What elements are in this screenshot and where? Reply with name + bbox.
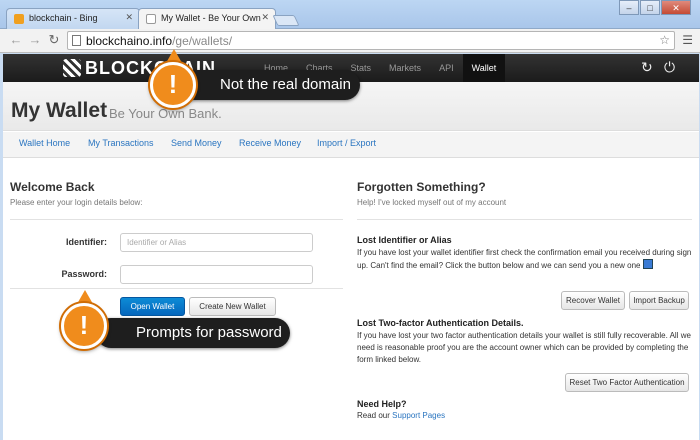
address-bar[interactable]: blockchaino.info/ge/wallets/ ☆ (67, 31, 675, 50)
login-subtitle: Please enter your login details below: (10, 198, 143, 207)
blockchain-logo-icon (63, 59, 81, 77)
bookmark-star-icon[interactable]: ☆ (659, 33, 670, 47)
lost-2fa-title: Lost Two-factor Authentication Details. (357, 318, 524, 328)
divider (10, 288, 343, 289)
callout-pointer (166, 49, 182, 63)
need-help-title: Need Help? (357, 399, 407, 409)
open-wallet-button[interactable]: Open Wallet (120, 297, 185, 316)
reload-icon[interactable]: ↻ (46, 32, 62, 48)
create-wallet-button[interactable]: Create New Wallet (189, 297, 276, 316)
need-help-text: Read our Support Pages (357, 410, 445, 422)
lost-identifier-text: If you have lost your wallet identifier … (357, 247, 692, 272)
wallet-subnav: Wallet Home My Transactions Send Money R… (3, 132, 699, 158)
support-pages-link[interactable]: Support Pages (392, 411, 445, 420)
identifier-label: Identifier: (65, 237, 107, 247)
url-domain: blockchaino.info (86, 34, 173, 48)
login-title: Welcome Back (10, 180, 95, 194)
minimize-button[interactable]: – (619, 0, 639, 15)
url-path: /ge/wallets/ (172, 34, 233, 48)
refresh-icon[interactable]: ↻ (641, 59, 653, 76)
close-icon[interactable]: ✕ (261, 12, 269, 23)
maximize-button[interactable]: □ (640, 0, 660, 15)
window-close-button[interactable]: ✕ (661, 0, 691, 15)
page-tagline: Be Your Own Bank. (109, 106, 222, 121)
page-icon (72, 35, 81, 46)
password-input[interactable] (120, 265, 313, 284)
divider (10, 219, 343, 220)
callout-not-real-domain: Not the real domain (180, 70, 360, 100)
warning-badge-icon: ! (150, 62, 196, 108)
new-tab-button[interactable] (272, 15, 300, 26)
tab-title: blockchain - Bing (29, 13, 98, 23)
lost-2fa-text: If you have lost your two factor authent… (357, 331, 691, 364)
subnav-receive-money[interactable]: Receive Money (239, 138, 301, 148)
web-page: BLOCKCHAIN Home Charts Stats Markets API… (3, 54, 699, 440)
lost-identifier-text-body: If you have lost your wallet identifier … (357, 248, 692, 270)
subnav-my-transactions[interactable]: My Transactions (88, 138, 154, 148)
callout-pointer (77, 290, 93, 304)
forgotten-subtitle: Help! I've locked myself out of my accou… (357, 198, 507, 207)
recover-wallet-button[interactable]: Recover Wallet (561, 291, 625, 310)
warning-badge-icon: ! (61, 303, 107, 349)
forgotten-title: Forgotten Something? (357, 180, 486, 194)
divider (357, 219, 692, 220)
browser-toolbar: ← → ↻ blockchaino.info/ge/wallets/ ☆ ☰ (0, 29, 700, 53)
tab-title: My Wallet - Be Your Own (161, 13, 261, 23)
callout-prompts-password: Prompts for password (96, 318, 290, 348)
forward-arrow-icon[interactable]: → (27, 32, 43, 48)
menu-icon[interactable]: ☰ (682, 33, 693, 47)
tab-bing[interactable]: blockchain - Bing ✕ (6, 8, 140, 29)
nav-markets[interactable]: Markets (380, 54, 430, 82)
identifier-input[interactable]: Identifier or Alias (120, 233, 313, 252)
subnav-wallet-home[interactable]: Wallet Home (19, 138, 70, 148)
tab-wallet[interactable]: My Wallet - Be Your Own ✕ (138, 8, 276, 30)
browser-tab-strip: blockchain - Bing ✕ My Wallet - Be Your … (0, 0, 700, 30)
lost-identifier-title: Lost Identifier or Alias (357, 235, 452, 245)
bing-favicon-icon (14, 14, 24, 24)
close-icon[interactable]: ✕ (125, 12, 133, 23)
subnav-send-money[interactable]: Send Money (171, 138, 222, 148)
page-favicon-icon (146, 14, 156, 24)
nav-wallet[interactable]: Wallet (462, 54, 506, 82)
password-label: Password: (61, 269, 107, 279)
nav-api[interactable]: API (430, 54, 463, 82)
back-arrow-icon[interactable]: ← (8, 32, 24, 48)
reset-2fa-button[interactable]: Reset Two Factor Authentication (565, 373, 689, 392)
power-icon[interactable]: ⏻ (664, 59, 675, 76)
qr-code-icon[interactable] (642, 259, 653, 269)
need-help-lead: Read our (357, 411, 390, 420)
import-backup-button[interactable]: Import Backup (629, 291, 689, 310)
page-title: My Wallet (11, 99, 108, 122)
subnav-import-export[interactable]: Import / Export (317, 138, 376, 148)
